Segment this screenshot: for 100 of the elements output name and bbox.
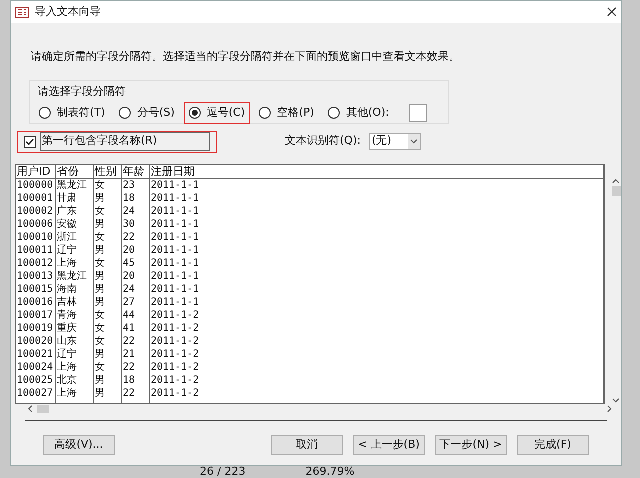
table-cell: 2011-1-1 bbox=[150, 230, 604, 244]
qualifier-select[interactable]: (无) bbox=[368, 133, 421, 150]
table-cell: 100000 bbox=[16, 178, 56, 192]
table-cell: 上海 bbox=[56, 386, 94, 400]
table-cell: 100017 bbox=[16, 308, 56, 322]
table-cell: 2011-1-2 bbox=[150, 386, 604, 400]
column-header: 省份 bbox=[56, 164, 94, 178]
table-cell: 上海 bbox=[56, 256, 94, 270]
table-cell: 男 bbox=[94, 296, 122, 308]
close-icon[interactable] bbox=[607, 7, 617, 17]
vertical-scrollbar[interactable] bbox=[611, 178, 621, 404]
table-cell: 100012 bbox=[16, 256, 56, 270]
table-cell: 22 bbox=[122, 334, 150, 348]
dialog-button[interactable]: < 上一步(B) bbox=[353, 434, 425, 455]
dialog-button[interactable]: 取消 bbox=[271, 434, 343, 455]
table-cell: 22 bbox=[122, 230, 150, 244]
radio-label: 逗号(C) bbox=[206, 104, 246, 121]
table-cell: 23 bbox=[122, 178, 150, 192]
checkbox-label: 第一行包含字段名称(R) bbox=[40, 132, 210, 151]
table-cell: 辽宁 bbox=[56, 244, 94, 256]
status-text: 269.79% bbox=[306, 466, 355, 478]
other-delimiter-field[interactable] bbox=[409, 104, 428, 122]
radio-button[interactable] bbox=[188, 107, 201, 119]
table-cell: 2011-1-2 bbox=[150, 360, 604, 374]
table-cell: 女 bbox=[94, 204, 122, 218]
table-cell: 2011-1-1 bbox=[150, 244, 604, 256]
table-cell: 男 bbox=[94, 270, 122, 282]
table-cell: 24 bbox=[122, 282, 150, 296]
table-cell: 海南 bbox=[56, 282, 94, 296]
table-cell: 2011-1-1 bbox=[150, 204, 604, 218]
table-cell: 30 bbox=[122, 218, 150, 230]
table-cell: 安徽 bbox=[56, 218, 94, 230]
table-cell: 男 bbox=[94, 244, 122, 256]
table-cell: 100006 bbox=[16, 218, 56, 230]
table-cell: 100015 bbox=[16, 282, 56, 296]
table-cell: 女 bbox=[94, 178, 122, 192]
scroll-right-icon[interactable] bbox=[607, 404, 613, 412]
window-title: 导入文本向导 bbox=[35, 4, 101, 20]
table-cell: 2011-1-1 bbox=[150, 192, 604, 204]
table-cell: 男 bbox=[94, 374, 122, 386]
table-cell: 24 bbox=[122, 204, 150, 218]
status-text: 26 / 223 bbox=[200, 466, 246, 478]
table-cell: 18 bbox=[122, 192, 150, 204]
table-cell: 27 bbox=[122, 296, 150, 308]
radio-button[interactable] bbox=[259, 107, 272, 119]
wizard-icon bbox=[15, 6, 29, 18]
table-cell: 山东 bbox=[56, 334, 94, 348]
horizontal-scrollbar[interactable] bbox=[27, 404, 613, 414]
radio-label: 分号(S) bbox=[137, 104, 175, 121]
scroll-thumb[interactable] bbox=[37, 404, 49, 412]
table-cell: 黑龙江 bbox=[56, 178, 94, 192]
table-cell: 女 bbox=[94, 334, 122, 348]
table-cell: 男 bbox=[94, 386, 122, 400]
radio-label: 制表符(T) bbox=[57, 104, 106, 121]
dialog-button[interactable]: 下一步(N) > bbox=[435, 434, 507, 455]
scroll-left-icon[interactable] bbox=[27, 404, 33, 412]
table-cell: 上海 bbox=[56, 360, 94, 374]
checkbox[interactable] bbox=[24, 136, 36, 148]
table-cell: 北京 bbox=[56, 374, 94, 386]
table-cell: 广东 bbox=[56, 204, 94, 218]
group-label: 请选择字段分隔符 bbox=[38, 84, 127, 100]
dropdown-caret-icon bbox=[408, 134, 420, 149]
scroll-thumb[interactable] bbox=[612, 186, 621, 196]
table-cell: 女 bbox=[94, 360, 122, 374]
table-cell: 100025 bbox=[16, 374, 56, 386]
table-cell: 100002 bbox=[16, 204, 56, 218]
table-cell: 100020 bbox=[16, 334, 56, 348]
table-cell: 100011 bbox=[16, 244, 56, 256]
dialog-button[interactable]: 高级(V)... bbox=[43, 434, 115, 455]
scroll-up-icon[interactable] bbox=[612, 178, 620, 184]
table-cell: 100010 bbox=[16, 230, 56, 244]
qualifier-label: 文本识别符(Q): bbox=[285, 133, 361, 150]
table-cell: 100001 bbox=[16, 192, 56, 204]
table-cell: 21 bbox=[122, 348, 150, 360]
table-cell: 重庆 bbox=[56, 322, 94, 334]
table-cell: 100024 bbox=[16, 360, 56, 374]
instruction-text: 请确定所需的字段分隔符。选择适当的字段分隔符并在下面的预览窗口中查看文本效果。 bbox=[31, 49, 461, 65]
table-cell: 甘肃 bbox=[56, 192, 94, 204]
table-cell: 青海 bbox=[56, 308, 94, 322]
dialog-button[interactable]: 完成(F) bbox=[517, 434, 589, 455]
column-header: 年龄 bbox=[122, 164, 150, 178]
table-cell: 100019 bbox=[16, 322, 56, 334]
table-cell: 2011-1-2 bbox=[150, 348, 604, 360]
table-cell: 男 bbox=[94, 348, 122, 360]
radio-label: 其他(O): bbox=[346, 104, 390, 121]
table-cell: 20 bbox=[122, 244, 150, 256]
scroll-down-icon[interactable] bbox=[612, 398, 620, 404]
table-cell: 100013 bbox=[16, 270, 56, 282]
radio-button[interactable] bbox=[119, 107, 132, 119]
table-cell: 女 bbox=[94, 322, 122, 334]
table-cell: 2011-1-2 bbox=[150, 322, 604, 334]
table-cell: 22 bbox=[122, 360, 150, 374]
table-cell: 2011-1-1 bbox=[150, 256, 604, 270]
radio-button[interactable] bbox=[39, 107, 51, 119]
table-cell: 22 bbox=[122, 386, 150, 400]
table-cell: 2011-1-1 bbox=[150, 282, 604, 296]
table-cell: 41 bbox=[122, 322, 150, 334]
table-cell: 45 bbox=[122, 256, 150, 270]
table-cell: 100021 bbox=[16, 348, 56, 360]
radio-button[interactable] bbox=[328, 107, 340, 119]
